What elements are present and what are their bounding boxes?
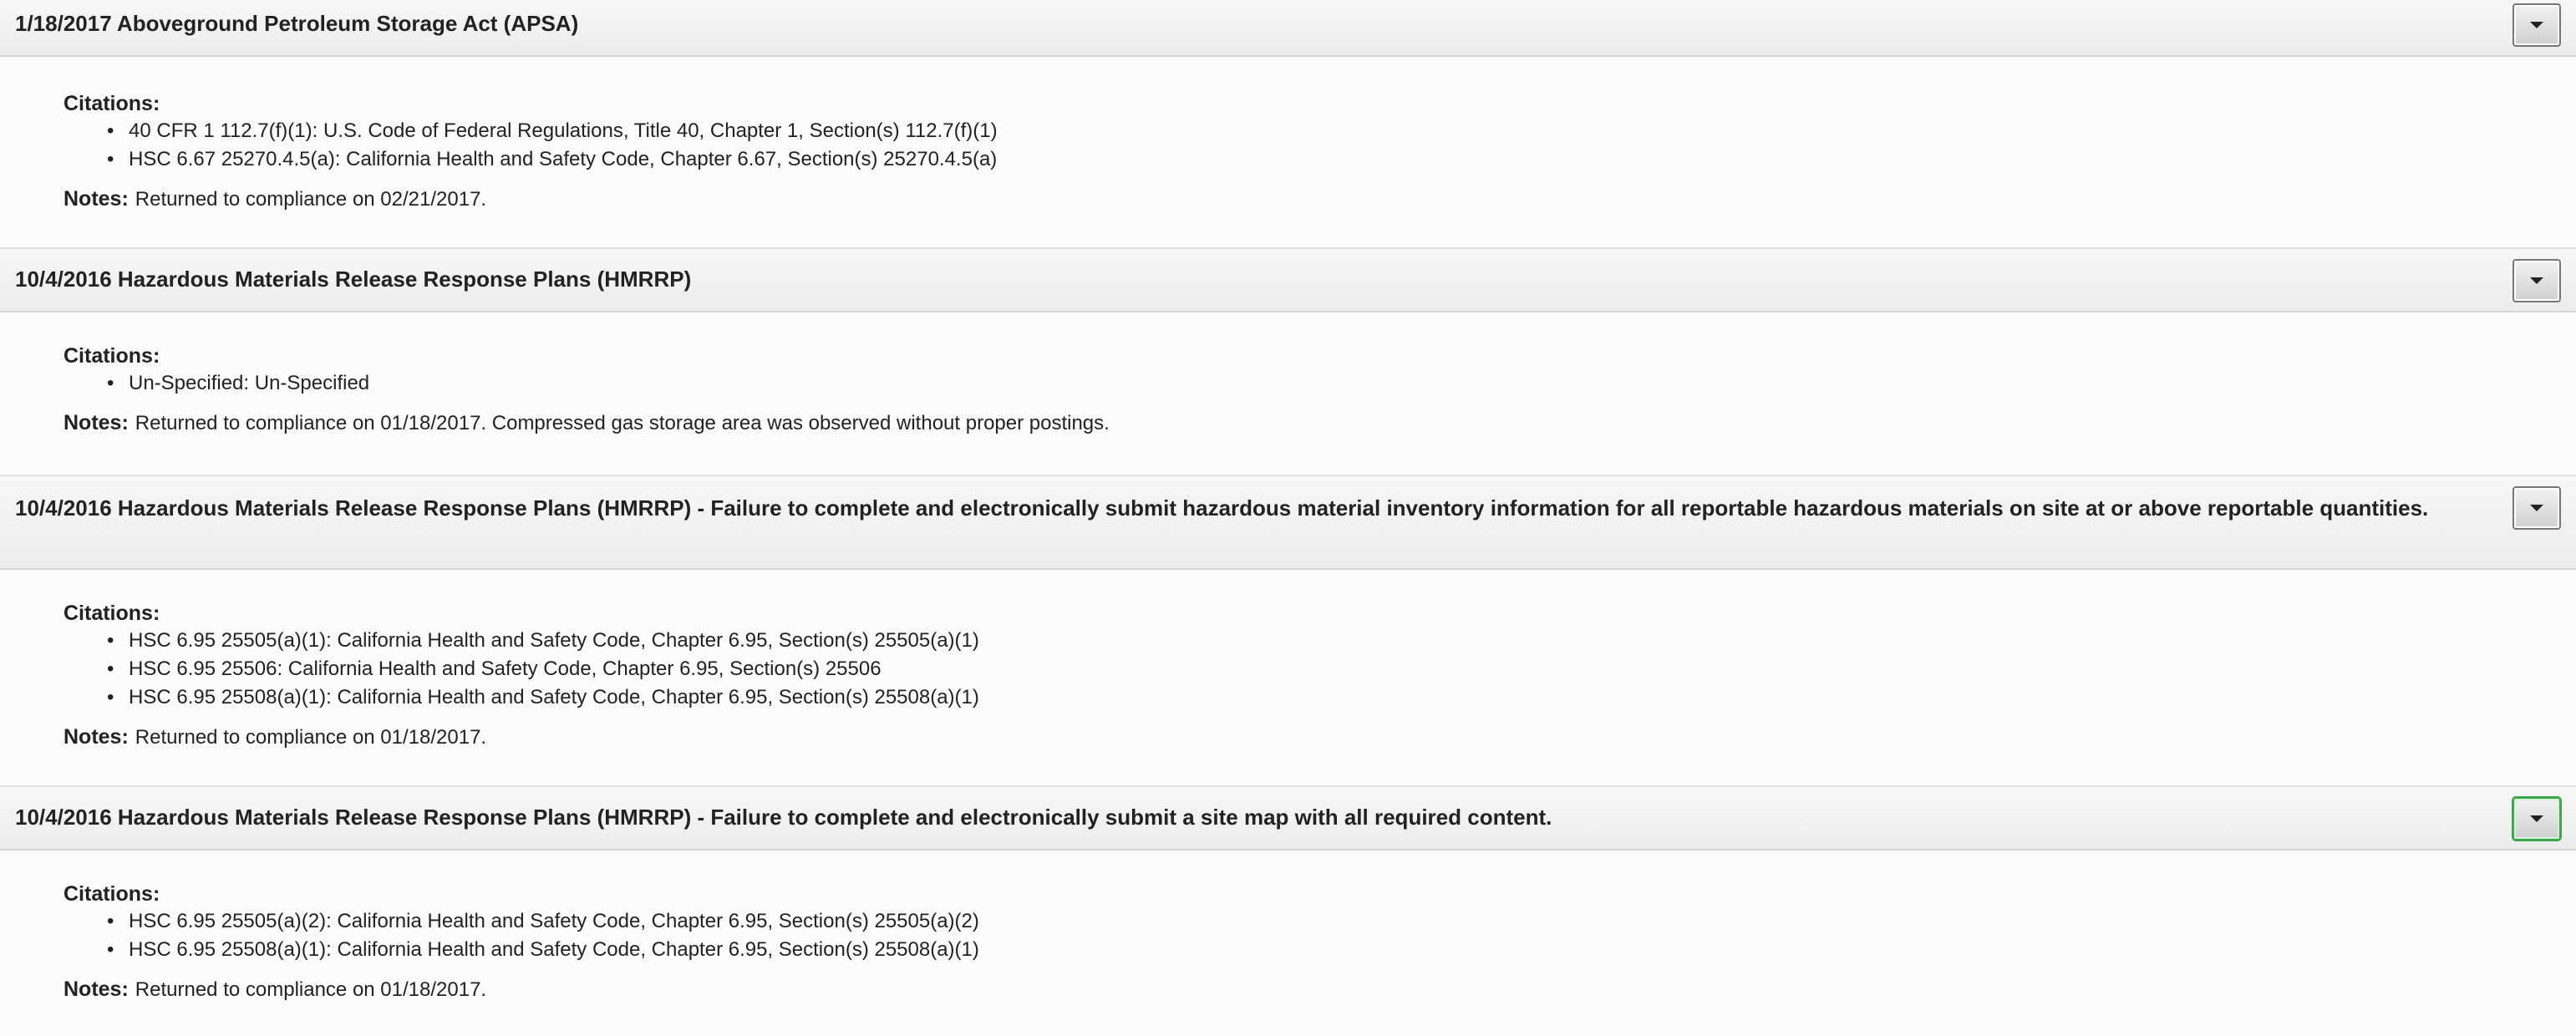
citation-list: • Un-Specified: Un-Specified [100, 369, 369, 398]
violation-body: Citations: • HSC 6.95 25505(a)(1): Califo… [0, 570, 2576, 787]
violation-title: 1/18/2017 Aboveground Petroleum Storage … [15, 11, 579, 36]
citation-text: HSC 6.95 25505(a)(1): California Health … [129, 629, 979, 652]
violation-body: Citations: • HSC 6.95 25505(a)(2): Califo… [0, 851, 2576, 1036]
notes-row: Notes: Returned to compliance on 01/18/20… [64, 976, 486, 1003]
citations-label: Citations: [64, 882, 160, 906]
citation-item: • HSC 6.95 25506: California Health and S… [100, 655, 979, 683]
notes-text: Returned to compliance on 01/18/2017. [135, 726, 487, 749]
violation-header[interactable]: 10/4/2016 Hazardous Materials Release Re… [0, 247, 2576, 312]
citation-text: 40 CFR 1 112.7(f)(1): U.S. Code of Feder… [129, 119, 998, 142]
notes-row: Notes: Returned to compliance on 01/18/20… [64, 409, 1110, 437]
citation-text: HSC 6.67 25270.4.5(a): California Health… [129, 148, 998, 170]
citations-label: Citations: [64, 92, 160, 115]
notes-label: Notes: [64, 411, 129, 434]
violation-body: Citations: • 40 CFR 1 112.7(f)(1): U.S. C… [0, 57, 2576, 249]
citation-text: HSC 6.95 25505(a)(2): California Health … [129, 910, 979, 932]
violation-header[interactable]: 10/4/2016 Hazardous Materials Release Re… [0, 785, 2576, 851]
notes-row: Notes: Returned to compliance on 02/21/20… [64, 185, 486, 213]
citation-item: • HSC 6.95 25505(a)(2): California Health… [100, 907, 979, 936]
citation-text: Un-Specified: Un-Specified [129, 372, 370, 394]
caret-down-icon [2530, 505, 2543, 511]
citation-list: • HSC 6.95 25505(a)(2): California Health… [100, 907, 979, 964]
citation-item: • HSC 6.95 25508(a)(1): California Health… [100, 936, 979, 964]
bullet: • [107, 658, 114, 680]
bullet: • [107, 629, 114, 652]
notes-text: Returned to compliance on 01/18/2017. Co… [135, 412, 1110, 434]
notes-label: Notes: [64, 187, 129, 211]
citation-text: HSC 6.95 25506: California Health and Sa… [129, 658, 882, 680]
bullet: • [107, 372, 114, 394]
notes-text: Returned to compliance on 01/18/2017. [135, 978, 487, 1001]
citation-item: • HSC 6.95 25505(a)(1): California Health… [100, 627, 979, 655]
citations-label: Citations: [64, 344, 160, 368]
violation-title: 10/4/2016 Hazardous Materials Release Re… [15, 495, 2429, 521]
expand-toggle-button[interactable] [2512, 259, 2561, 302]
citation-list: • 40 CFR 1 112.7(f)(1): U.S. Code of Fede… [100, 117, 998, 174]
citation-item: • HSC 6.95 25508(a)(1): California Health… [100, 683, 979, 712]
citation-text: HSC 6.95 25508(a)(1): California Health … [129, 686, 979, 708]
bullet: • [107, 938, 114, 961]
violation-header[interactable]: 10/4/2016 Hazardous Materials Release Re… [0, 475, 2576, 570]
notes-text: Returned to compliance on 02/21/2017. [135, 188, 487, 211]
citations-label: Citations: [64, 602, 160, 625]
expand-toggle-button[interactable] [2512, 486, 2561, 530]
expand-toggle-button[interactable] [2512, 3, 2561, 47]
violation-section: 10/4/2016 Hazardous Materials Release Re… [0, 247, 2576, 476]
violation-section: 10/4/2016 Hazardous Materials Release Re… [0, 785, 2576, 1036]
violation-title: 10/4/2016 Hazardous Materials Release Re… [15, 267, 692, 292]
bullet: • [107, 686, 114, 708]
citation-text: HSC 6.95 25508(a)(1): California Health … [129, 938, 979, 961]
caret-down-icon [2530, 277, 2543, 284]
citation-list: • HSC 6.95 25505(a)(1): California Health… [100, 627, 979, 712]
citation-item: • Un-Specified: Un-Specified [100, 369, 369, 398]
caret-down-icon [2530, 815, 2543, 822]
bullet: • [107, 119, 114, 142]
violation-header[interactable]: 1/18/2017 Aboveground Petroleum Storage … [0, 0, 2576, 57]
bullet: • [107, 148, 114, 170]
citation-item: • HSC 6.67 25270.4.5(a): California Healt… [100, 145, 998, 174]
violation-body: Citations: • Un-Specified: Un-Specified N… [0, 312, 2576, 476]
expand-toggle-button[interactable] [2512, 797, 2561, 840]
violation-section: 10/4/2016 Hazardous Materials Release Re… [0, 475, 2576, 787]
notes-label: Notes: [64, 978, 129, 1001]
notes-row: Notes: Returned to compliance on 01/18/20… [64, 724, 486, 751]
violation-section: 1/18/2017 Aboveground Petroleum Storage … [0, 0, 2576, 249]
bullet: • [107, 910, 114, 932]
notes-label: Notes: [64, 725, 129, 749]
citation-item: • 40 CFR 1 112.7(f)(1): U.S. Code of Fede… [100, 117, 998, 145]
violation-title: 10/4/2016 Hazardous Materials Release Re… [15, 805, 1552, 830]
caret-down-icon [2530, 22, 2543, 28]
